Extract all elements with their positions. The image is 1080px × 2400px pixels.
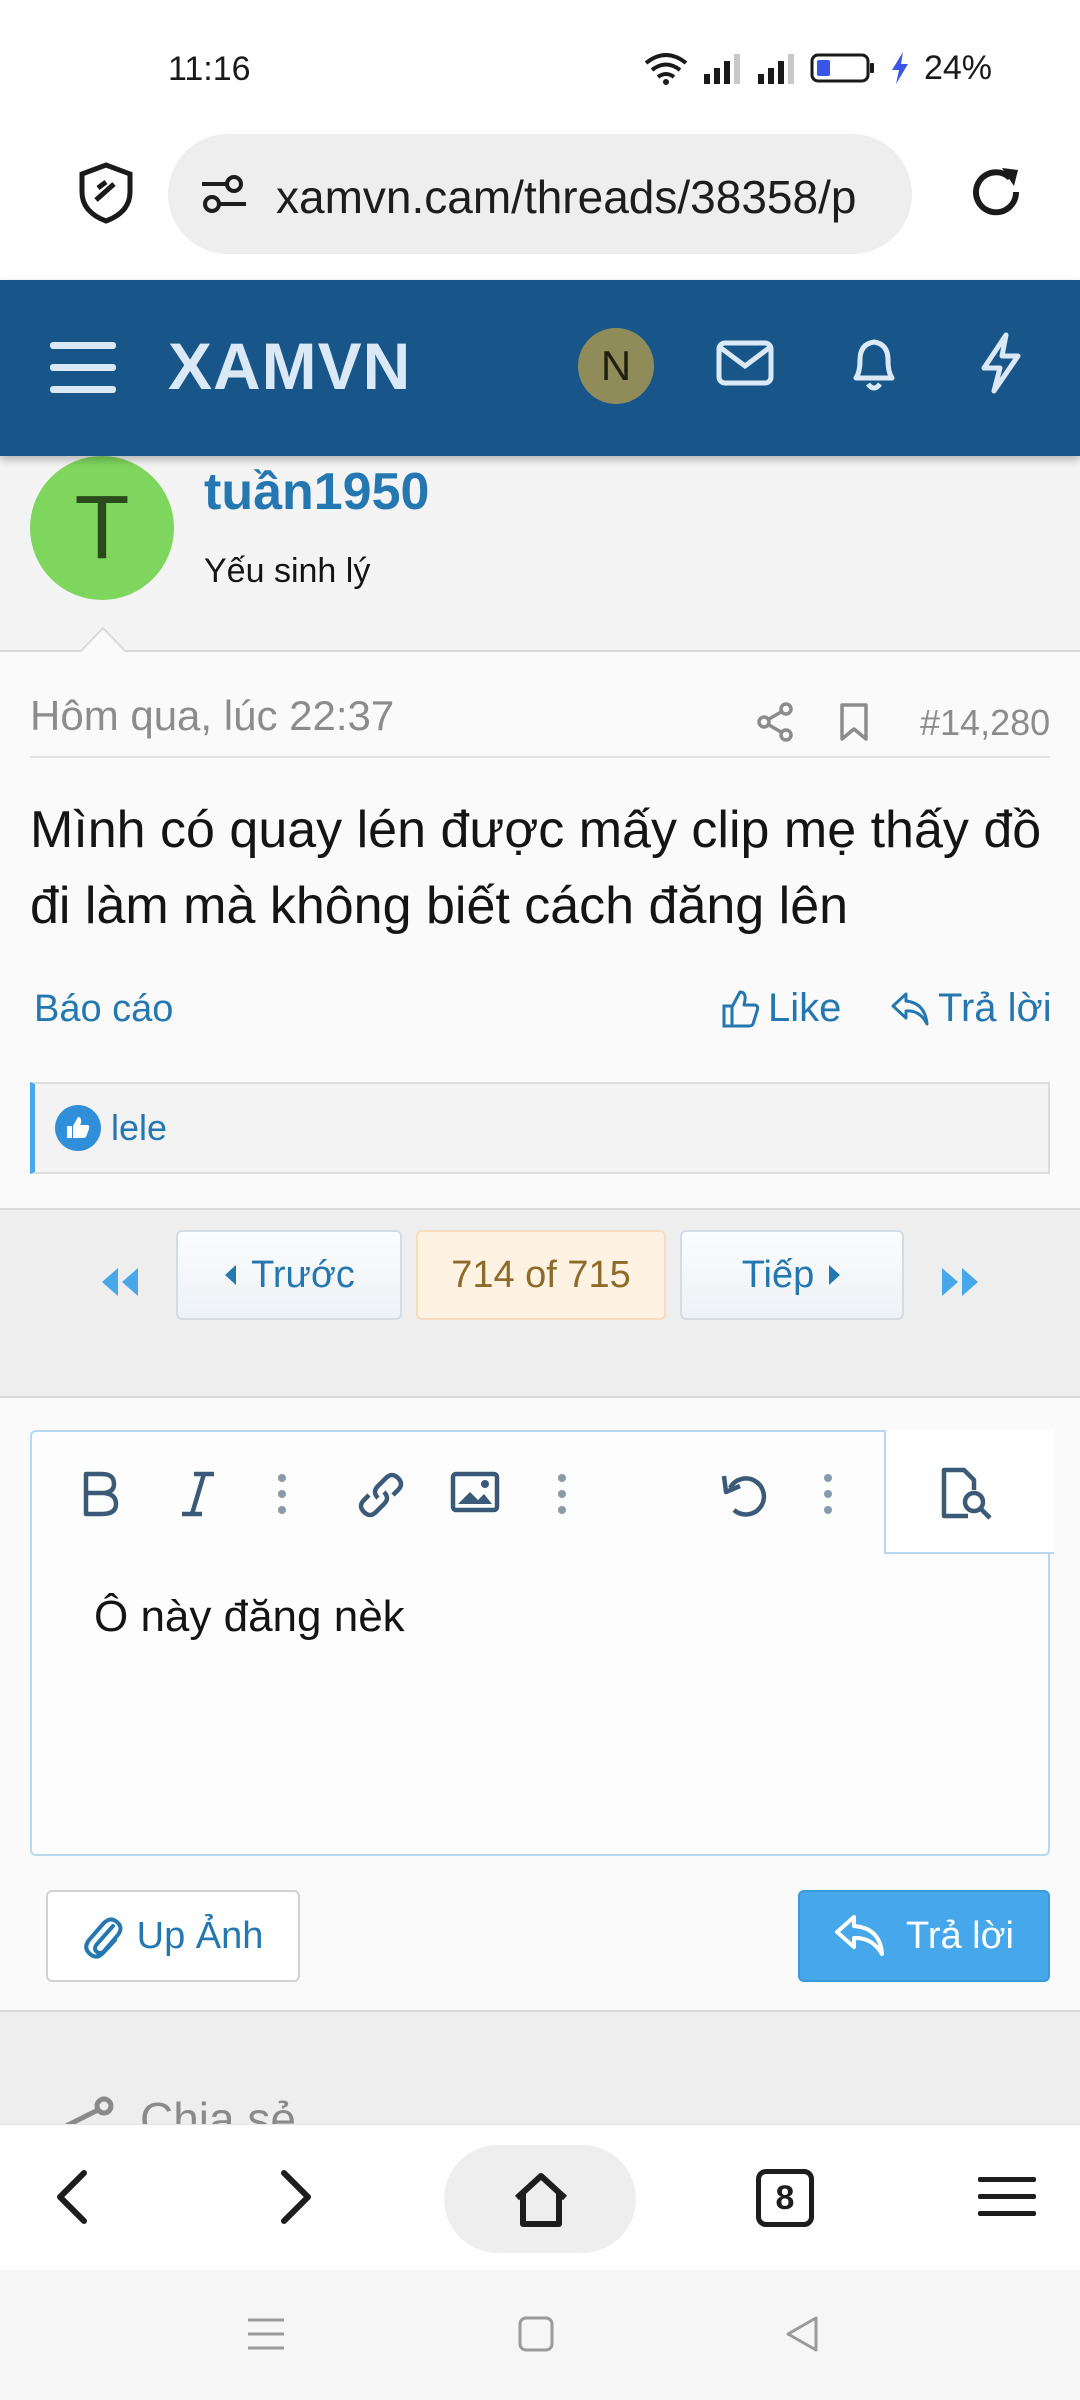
reply-icon [891,992,929,1025]
charging-icon [891,52,908,84]
preview-toggle[interactable] [884,1430,1054,1554]
next-page-button[interactable]: Tiếp [680,1230,904,1320]
report-link[interactable]: Báo cáo [34,988,173,1031]
system-nav-bar [0,2270,1080,2400]
browser-menu-icon[interactable] [978,2175,1036,2219]
reload-icon[interactable] [966,162,1026,222]
link-icon[interactable] [356,1470,406,1520]
battery-percent: 24% [923,48,992,87]
divider [30,756,1050,758]
prev-page-button[interactable]: Trước [176,1230,402,1320]
image-icon[interactable] [450,1470,500,1514]
status-bar: 11:16 24% [0,0,1080,130]
author-name[interactable]: tuần1950 [204,462,429,522]
prev-label: Trước [251,1253,355,1296]
share-icon[interactable] [756,702,794,742]
like-reaction-icon [55,1105,101,1151]
current-page-button[interactable]: 714 of 715 [416,1230,666,1320]
home-button[interactable] [444,2145,636,2253]
more-vertical-icon[interactable] [556,1470,568,1518]
reply-link[interactable]: Trả lời [890,986,1052,1031]
home-icon [512,2171,570,2229]
battery-icon [810,53,874,83]
post-user-block: T tuần1950 Yếu sinh lý [0,456,1080,654]
mail-icon[interactable] [716,340,774,386]
caret-right-icon [829,1265,841,1285]
wifi-icon [644,53,688,85]
system-home-icon[interactable] [516,2314,556,2354]
reply-label: Trả lời [938,986,1052,1030]
bolt-icon[interactable] [978,332,1024,394]
site-settings-icon[interactable] [200,172,248,216]
reply-editor[interactable]: Ô này đăng nèk [30,1430,1054,1856]
post-date[interactable]: Hôm qua, lúc 22:37 [30,692,394,740]
status-time: 11:16 [168,50,251,88]
site-header: XAMVN N [0,280,1080,456]
caret-pointer [78,626,128,654]
url-text[interactable]: xamvn.cam/threads/38358/p [276,170,856,224]
back-icon[interactable] [52,2167,92,2227]
url-field[interactable]: xamvn.cam/threads/38358/p [168,134,912,254]
status-icons: 24% [644,48,992,88]
recent-apps-icon[interactable] [246,2314,286,2354]
preview-icon [938,1466,996,1520]
upload-image-button[interactable]: Up Ảnh [46,1890,300,1982]
editor-text[interactable]: Ô này đăng nèk [94,1592,405,1642]
reactions-bar[interactable]: lele [30,1082,1050,1174]
share-section: Chia sẻ [0,2010,1080,2130]
submit-reply-button[interactable]: Trả lời [798,1890,1050,1982]
site-logo[interactable]: XAMVN [168,328,411,404]
browser-bottom-bar: 8 [0,2124,1080,2270]
reply-form: Ô này đăng nèk Up Ảnh Trả lời [0,1398,1080,2010]
pagination: Trước 714 of 715 Tiếp [0,1208,1080,1398]
next-label: Tiếp [741,1253,815,1296]
post: Hôm qua, lúc 22:37 #14,280 Mình có quay … [0,652,1080,1208]
upload-label: Up Ảnh [136,1914,264,1957]
author-avatar[interactable]: T [30,456,174,600]
paperclip-icon [83,1917,123,1959]
menu-icon[interactable] [50,340,116,396]
bold-icon[interactable] [80,1470,120,1518]
reaction-user[interactable]: lele [111,1107,167,1149]
system-back-icon[interactable] [782,2314,822,2354]
post-content: Mình có quay lén được mấy clip mẹ thấy đ… [30,801,1042,935]
tab-switcher-button[interactable]: 8 [756,2169,814,2227]
submit-label: Trả lời [906,1914,1014,1957]
editor-toolbar [32,1432,884,1554]
author-title: Yếu sinh lý [204,552,371,590]
bookmark-icon[interactable] [838,702,870,742]
signal-1-icon [703,54,740,84]
post-number[interactable]: #14,280 [920,702,1050,744]
like-label: Like [768,986,842,1030]
user-avatar[interactable]: N [578,328,654,404]
signal-2-icon [757,54,794,84]
like-button[interactable]: Like [722,986,841,1031]
first-page-icon[interactable] [98,1266,142,1298]
more-vertical-icon[interactable] [822,1470,834,1518]
thumbs-up-icon [722,990,760,1027]
forward-icon[interactable] [276,2167,316,2227]
last-page-icon[interactable] [938,1266,982,1298]
italic-icon[interactable] [180,1470,216,1518]
more-vertical-icon[interactable] [276,1470,288,1518]
undo-icon[interactable] [720,1470,770,1520]
bell-icon[interactable] [846,334,902,394]
caret-left-icon [225,1265,237,1285]
shield-icon[interactable] [78,162,134,224]
reply-icon [835,1915,885,1956]
